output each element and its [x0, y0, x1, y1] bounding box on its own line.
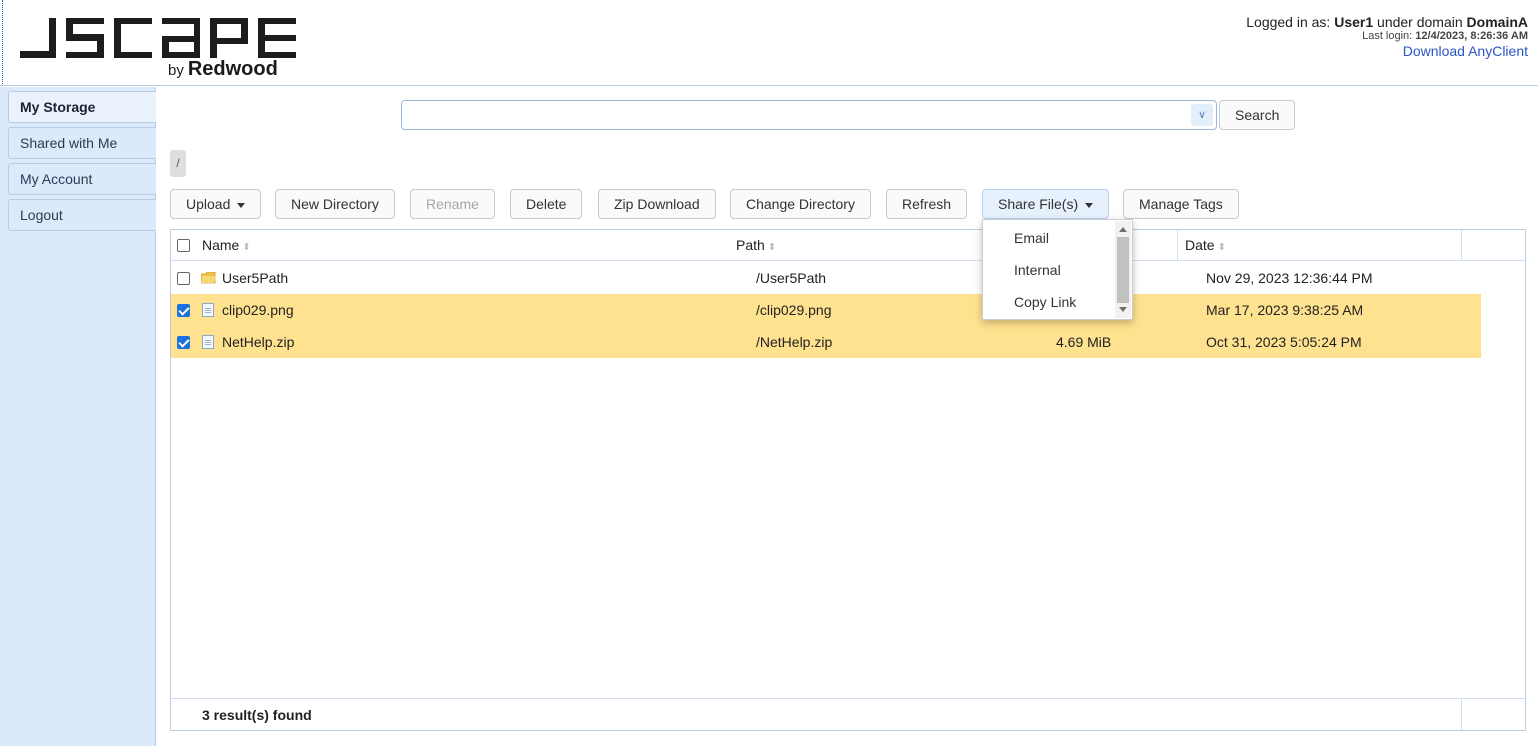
change-directory-button[interactable]: Change Directory: [730, 189, 871, 219]
select-all-checkbox[interactable]: [177, 239, 190, 252]
scroll-down-arrow-icon[interactable]: [1119, 307, 1127, 312]
scroll-up-arrow-icon[interactable]: [1119, 227, 1127, 232]
row-checkbox[interactable]: [177, 336, 190, 349]
logo-byline: by Redwood: [168, 58, 278, 80]
breadcrumb[interactable]: /: [170, 150, 186, 177]
table-row[interactable]: NetHelp.zip /NetHelp.zip 4.69 MiB Oct 31…: [171, 326, 1481, 358]
file-date: Oct 31, 2023 5:05:24 PM: [1206, 334, 1362, 350]
column-header-name[interactable]: Name ⬍: [202, 230, 251, 261]
file-path: /User5Path: [756, 270, 827, 286]
last-login-line: Last login: 12/4/2023, 8:26:36 AM: [1362, 30, 1528, 43]
row-checkbox[interactable]: [177, 304, 190, 317]
table-header: Name ⬍ Path ⬍ Date ⬍: [171, 230, 1525, 261]
file-icon: [202, 303, 214, 317]
column-separator: [1461, 699, 1462, 730]
caret-down-icon: [237, 202, 246, 208]
sidebar-item-my-account[interactable]: My Account: [8, 163, 156, 195]
refresh-button[interactable]: Refresh: [886, 189, 968, 219]
search-button[interactable]: Search: [1219, 100, 1296, 130]
column-header-date[interactable]: Date ⬍: [1185, 230, 1226, 261]
file-name[interactable]: NetHelp.zip: [222, 326, 294, 358]
file-name[interactable]: User5Path: [222, 262, 288, 294]
scrollbar-thumb[interactable]: [1117, 237, 1129, 303]
file-date: Nov 29, 2023 12:36:44 PM: [1206, 270, 1373, 286]
search-dropdown-chevron-icon[interactable]: ∨: [1191, 104, 1213, 126]
user-info: Logged in as: User1 under domain DomainA…: [1246, 14, 1528, 59]
header: by Redwood Logged in as: User1 under doma…: [0, 0, 1538, 86]
table-footer: 3 result(s) found: [171, 698, 1525, 730]
new-directory-button[interactable]: New Directory: [275, 189, 395, 219]
column-separator: [1177, 230, 1178, 261]
sort-icon: ⬍: [242, 242, 251, 253]
username: User1: [1334, 14, 1374, 30]
domain-name: DomainA: [1466, 14, 1528, 30]
file-icon: [202, 335, 214, 349]
delete-button[interactable]: Delete: [510, 189, 583, 219]
table-row[interactable]: clip029.png /clip029.png Mar 17, 2023 9:…: [171, 294, 1481, 326]
column-header-path[interactable]: Path ⬍: [736, 230, 776, 261]
upload-button[interactable]: Upload: [170, 189, 262, 219]
file-date: Mar 17, 2023 9:38:25 AM: [1206, 302, 1364, 318]
rename-button[interactable]: Rename: [410, 189, 495, 219]
table-row[interactable]: User5Path /User5Path Nov 29, 2023 12:36:…: [171, 262, 1481, 294]
menu-item-email[interactable]: Email: [983, 222, 1117, 254]
caret-down-icon: [1085, 202, 1094, 208]
folder-icon: [201, 272, 216, 284]
menu-scrollbar[interactable]: [1115, 221, 1131, 318]
share-files-button[interactable]: Share File(s): [982, 189, 1110, 219]
row-checkbox[interactable]: [177, 272, 190, 285]
sort-icon: ⬍: [1217, 242, 1226, 253]
sort-icon: ⬍: [767, 242, 777, 253]
menu-item-copy-link[interactable]: Copy Link: [983, 286, 1117, 318]
sidebar-item-logout[interactable]: Logout: [8, 199, 156, 231]
manage-tags-button[interactable]: Manage Tags: [1123, 189, 1239, 219]
file-size: 4.69 MiB: [1056, 334, 1112, 350]
download-anyclient-link[interactable]: Download AnyClient: [1403, 43, 1528, 59]
logged-in-line: Logged in as: User1 under domain DomainA: [1246, 14, 1528, 30]
sidebar: My Storage Shared with Me My Account Log…: [0, 87, 156, 746]
column-separator: [1461, 230, 1462, 261]
share-files-menu: Email Internal Copy Link: [982, 219, 1133, 320]
result-count: 3 result(s) found: [202, 707, 312, 723]
search-input[interactable]: ∨: [401, 100, 1217, 130]
file-table: Name ⬍ Path ⬍ Date ⬍ User5Path /User5Path N…: [170, 229, 1526, 731]
menu-item-internal[interactable]: Internal: [983, 254, 1117, 286]
sidebar-item-my-storage[interactable]: My Storage: [8, 91, 156, 123]
file-path: /NetHelp.zip: [756, 334, 833, 350]
sidebar-item-shared-with-me[interactable]: Shared with Me: [8, 127, 156, 159]
file-path: /clip029.png: [756, 302, 832, 318]
file-name[interactable]: clip029.png: [222, 294, 294, 326]
zip-download-button[interactable]: Zip Download: [598, 189, 716, 219]
